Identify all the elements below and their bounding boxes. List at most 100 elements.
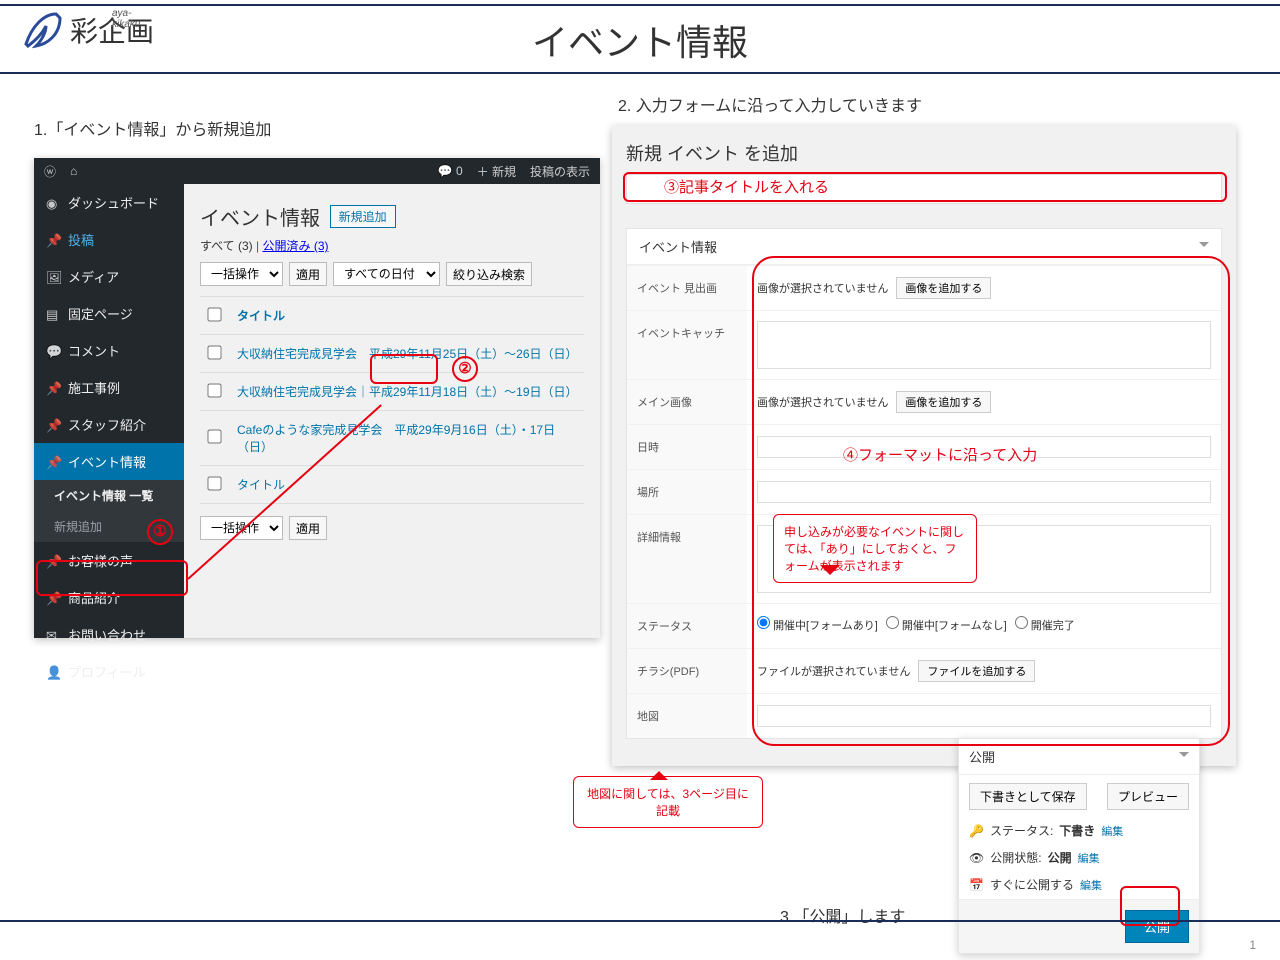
comment-menu-icon: 💬 xyxy=(46,344,60,358)
collapse-icon[interactable] xyxy=(1179,752,1189,762)
bulk-action-select-bottom[interactable]: 一括操作 xyxy=(200,516,283,540)
publish-visibility-prefix: 公開状態: xyxy=(990,849,1041,866)
status-radio[interactable] xyxy=(757,616,770,629)
field-label-map: 地図 xyxy=(627,694,747,738)
row-checkbox[interactable] xyxy=(207,429,221,443)
topbar-view-posts[interactable]: 投稿の表示 xyxy=(530,163,590,180)
pin-icon: 📌 xyxy=(46,554,60,568)
publish-button[interactable]: 公開 xyxy=(1125,910,1189,943)
field-label-place: 場所 xyxy=(627,470,747,514)
status-option-with-form[interactable]: 開催中[フォームあり] xyxy=(757,616,878,633)
wordpress-logo-icon[interactable]: ⓦ xyxy=(44,163,56,180)
post-title-link[interactable]: 大収納住宅完成見学会｜平成29年11月18日（土）～19日（日） xyxy=(237,385,578,399)
wp-admin-topbar: ⓦ ⌂ 💬 0 ＋ 新規 投稿の表示 xyxy=(34,158,600,184)
key-icon: 🔑 xyxy=(969,824,984,838)
sidebar-item-media[interactable]: 🖼 メディア xyxy=(34,258,184,295)
wp-admin-form-panel: 新規 イベント を追加 イベント情報 イベント 見出画画像が選択されていません画… xyxy=(612,126,1236,766)
sidebar-item-works[interactable]: 📌施工事例 xyxy=(34,369,184,406)
sidebar-item-pages[interactable]: ▤ 固定ページ xyxy=(34,295,184,332)
status-option-no-form[interactable]: 開催中[フォームなし] xyxy=(886,616,1007,633)
status-radio[interactable] xyxy=(1015,616,1028,629)
topbar-new[interactable]: ＋ 新規 xyxy=(477,163,516,180)
gallery-empty-note: 画像が選択されていません xyxy=(757,280,888,296)
field-label-main-image: メイン画像 xyxy=(627,380,747,424)
col-title-footer[interactable]: タイトル xyxy=(237,478,285,492)
date-input[interactable] xyxy=(757,436,1211,458)
filter-button[interactable] xyxy=(446,262,532,286)
add-main-image-button[interactable]: 画像を追加する xyxy=(896,391,991,413)
speech-bubble-map: 地図に関しては、3ページ目に記載 xyxy=(573,776,763,828)
publish-box-title: 公開 xyxy=(969,747,995,766)
sidebar-item-events[interactable]: 📌 イベント情報 xyxy=(34,443,184,480)
table-row[interactable]: Cafeのような家完成見学会 平成29年9月16日（土）・17日（日） xyxy=(200,411,584,466)
status-option-label: 開催完了 xyxy=(1031,620,1075,632)
sidebar-item-products[interactable]: 📌商品紹介 xyxy=(34,579,184,616)
wp-admin-list-panel: ⓦ ⌂ 💬 0 ＋ 新規 投稿の表示 ◉ダッシュボード 📌投稿 🖼メディア ▤固… xyxy=(34,158,600,638)
filter-published[interactable]: 公開済み (3) xyxy=(262,239,328,253)
sidebar-label: 施工事例 xyxy=(68,378,120,397)
collapse-icon[interactable] xyxy=(1199,242,1209,252)
sidebar-label: お客様の声 xyxy=(68,551,133,570)
status-radio[interactable] xyxy=(886,616,899,629)
list-heading: イベント情報 xyxy=(200,202,320,231)
save-draft-button[interactable]: 下書きとして保存 xyxy=(969,783,1087,810)
sidebar-item-voice[interactable]: 📌 お客様の声 xyxy=(34,542,184,579)
catch-copy-input[interactable] xyxy=(757,321,1211,369)
preview-button[interactable]: プレビュー xyxy=(1107,783,1189,810)
step2-caption: 2. 入力フォームに沿って入力していきます xyxy=(618,92,922,116)
detail-input[interactable] xyxy=(757,525,1211,593)
add-new-button[interactable]: 新規追加 xyxy=(330,205,396,228)
sidebar-subitem-events-new[interactable]: 新規追加 xyxy=(34,511,184,542)
home-icon[interactable]: ⌂ xyxy=(70,164,77,178)
sidebar-label: イベント情報 xyxy=(68,452,146,471)
map-input[interactable] xyxy=(757,705,1211,727)
add-gallery-image-button[interactable]: 画像を追加する xyxy=(896,277,991,299)
publish-visibility-value: 公開 xyxy=(1048,849,1072,866)
comment-icon[interactable]: 💬 0 xyxy=(438,164,463,178)
apply-button-bottom[interactable] xyxy=(289,516,327,540)
select-all-footer-checkbox[interactable] xyxy=(207,476,221,490)
place-input[interactable] xyxy=(757,481,1211,503)
status-option-done[interactable]: 開催完了 xyxy=(1015,616,1075,633)
sidebar-label: ダッシュボード xyxy=(68,193,159,212)
media-icon: 🖼 xyxy=(46,270,60,284)
edit-visibility-link[interactable]: 編集 xyxy=(1078,850,1100,866)
post-title-link[interactable]: Cafeのような家完成見学会 平成29年9月16日（土）・17日（日） xyxy=(237,423,555,454)
sidebar-label: 固定ページ xyxy=(68,304,133,323)
table-row[interactable]: 大収納住宅完成見学会｜平成29年11月18日（土）～19日（日） xyxy=(200,373,584,411)
filter-all[interactable]: すべて (3) xyxy=(200,239,253,253)
sidebar-label: メディア xyxy=(68,267,119,286)
page-icon: ▤ xyxy=(46,307,60,321)
page-title: イベント情報 xyxy=(0,14,1280,66)
sidebar-label: お問い合わせ xyxy=(68,625,146,644)
sidebar-item-profile[interactable]: 👤プロフィール xyxy=(34,653,184,690)
table-row[interactable]: 大収納住宅完成見学会 平成29年11月25日（土）～26日（日） xyxy=(200,335,584,373)
status-option-label: 開催中[フォームなし] xyxy=(902,620,1007,632)
select-all-checkbox[interactable] xyxy=(207,307,221,321)
sidebar-label: 投稿 xyxy=(68,230,94,249)
sidebar-label: スタッフ紹介 xyxy=(68,415,146,434)
bulk-action-select[interactable]: 一括操作 xyxy=(200,262,283,286)
field-label-pdf: チラシ(PDF) xyxy=(627,649,747,693)
sidebar-item-dashboard[interactable]: ◉ダッシュボード xyxy=(34,184,184,221)
apply-button[interactable] xyxy=(289,262,327,286)
edit-schedule-link[interactable]: 編集 xyxy=(1080,877,1102,893)
status-option-label: 開催中[フォームあり] xyxy=(773,620,878,632)
col-title[interactable]: タイトル xyxy=(237,309,285,323)
comment-count: 0 xyxy=(456,164,463,178)
edit-status-link[interactable]: 編集 xyxy=(1101,823,1123,839)
sidebar-item-contact[interactable]: ✉お問い合わせ xyxy=(34,616,184,653)
date-filter-select[interactable]: すべての日付 xyxy=(333,262,440,286)
row-checkbox[interactable] xyxy=(207,383,221,397)
post-title-input[interactable] xyxy=(626,174,1222,204)
sidebar-item-posts[interactable]: 📌投稿 xyxy=(34,221,184,258)
user-icon: 👤 xyxy=(46,665,60,679)
pin-icon: 📌 xyxy=(46,455,60,469)
post-title-link[interactable]: 大収納住宅完成見学会 平成29年11月25日（土）～26日（日） xyxy=(237,347,578,361)
row-checkbox[interactable] xyxy=(207,345,221,359)
sidebar-item-comments[interactable]: 💬コメント xyxy=(34,332,184,369)
sidebar-subitem-events-list[interactable]: イベント情報 一覧 xyxy=(34,480,184,511)
field-label-catch: イベントキャッチ xyxy=(627,311,747,379)
add-pdf-button[interactable]: ファイルを追加する xyxy=(918,660,1035,682)
sidebar-item-staff[interactable]: 📌スタッフ紹介 xyxy=(34,406,184,443)
